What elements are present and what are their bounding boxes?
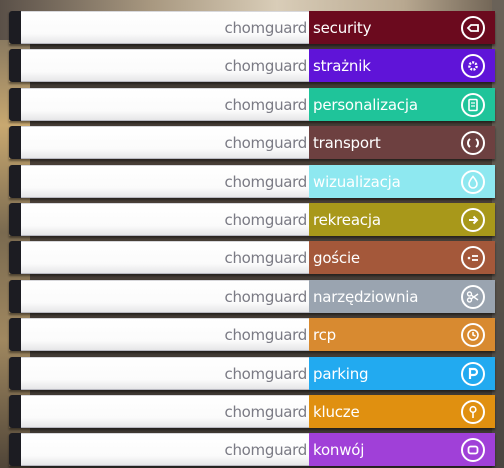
module-row-narzędziownia[interactable]: chomguard narzędziownia xyxy=(9,280,495,313)
module-row-security[interactable]: chomguard security xyxy=(9,11,495,44)
module-label: rcp xyxy=(313,325,337,344)
brand-label: chomguard xyxy=(224,133,308,152)
row-handle xyxy=(9,433,21,466)
row-handle xyxy=(9,11,21,44)
module-label: narzędziownia xyxy=(313,287,419,306)
brand-label: chomguard xyxy=(224,402,308,421)
module-label: goście xyxy=(313,248,360,267)
row-module-panel[interactable]: klucze xyxy=(309,395,495,428)
module-row-transport[interactable]: chomguard transport xyxy=(9,126,495,159)
module-label: transport xyxy=(313,133,381,152)
row-handle xyxy=(9,203,21,236)
row-module-panel[interactable]: rekreacja xyxy=(309,203,495,236)
row-brand-panel: chomguard xyxy=(21,357,309,390)
module-label: personalizacja xyxy=(313,95,418,114)
row-module-panel[interactable]: security xyxy=(309,11,495,44)
brand-label: chomguard xyxy=(224,95,308,114)
brand-label: chomguard xyxy=(224,210,308,229)
module-label: klucze xyxy=(313,402,360,421)
row-module-panel[interactable]: rcp xyxy=(309,318,495,351)
module-label: rekreacja xyxy=(313,210,381,229)
module-row-rcp[interactable]: chomguard rcp xyxy=(9,318,495,351)
brand-label: chomguard xyxy=(224,172,308,191)
clock-icon[interactable] xyxy=(461,322,485,347)
row-brand-panel: chomguard xyxy=(21,88,309,121)
key-icon[interactable] xyxy=(461,399,485,424)
arrow-right-icon[interactable] xyxy=(461,207,485,232)
security-icon[interactable] xyxy=(461,15,485,40)
brand-label: chomguard xyxy=(224,325,308,344)
row-handle xyxy=(9,49,21,82)
module-label: parking xyxy=(313,364,369,383)
row-module-panel[interactable]: narzędziownia xyxy=(309,280,495,313)
module-label: wizualizacja xyxy=(313,172,401,191)
brand-label: chomguard xyxy=(224,18,308,37)
module-row-konwój[interactable]: chomguard konwój xyxy=(9,433,495,466)
row-module-panel[interactable]: goście xyxy=(309,241,495,274)
module-label: strażnik xyxy=(313,56,371,75)
module-row-strażnik[interactable]: chomguard strażnik xyxy=(9,49,495,82)
brand-label: chomguard xyxy=(224,248,308,267)
drop-icon[interactable] xyxy=(461,169,485,194)
scissors-icon[interactable] xyxy=(461,284,485,309)
row-brand-panel: chomguard xyxy=(21,280,309,313)
brand-label: chomguard xyxy=(224,56,308,75)
row-brand-panel: chomguard xyxy=(21,11,309,44)
module-row-goście[interactable]: chomguard goście xyxy=(9,241,495,274)
row-brand-panel: chomguard xyxy=(21,126,309,159)
row-brand-panel: chomguard xyxy=(21,203,309,236)
row-brand-panel: chomguard xyxy=(21,433,309,466)
module-label: konwój xyxy=(313,440,365,459)
brand-label: chomguard xyxy=(224,364,308,383)
brand-label: chomguard xyxy=(224,440,308,459)
module-row-personalizacja[interactable]: chomguard personalizacja xyxy=(9,88,495,121)
row-brand-panel: chomguard xyxy=(21,49,309,82)
row-module-panel[interactable]: personalizacja xyxy=(309,88,495,121)
row-module-panel[interactable]: konwój xyxy=(309,433,495,466)
row-brand-panel: chomguard xyxy=(21,165,309,198)
row-module-panel[interactable]: parking xyxy=(309,357,495,390)
row-handle xyxy=(9,318,21,351)
row-handle xyxy=(9,280,21,313)
row-handle xyxy=(9,126,21,159)
module-row-wizualizacja[interactable]: chomguard wizualizacja xyxy=(9,165,495,198)
module-row-rekreacja[interactable]: chomguard rekreacja xyxy=(9,203,495,236)
module-row-parking[interactable]: chomguard parking xyxy=(9,357,495,390)
document-icon[interactable] xyxy=(461,92,485,117)
row-brand-panel: chomguard xyxy=(21,318,309,351)
row-module-panel[interactable]: wizualizacja xyxy=(309,165,495,198)
row-module-panel[interactable]: strażnik xyxy=(309,49,495,82)
row-handle xyxy=(9,88,21,121)
row-handle xyxy=(9,395,21,428)
module-label: security xyxy=(313,18,372,37)
row-brand-panel: chomguard xyxy=(21,241,309,274)
list-icon[interactable] xyxy=(461,245,485,270)
module-row-klucze[interactable]: chomguard klucze xyxy=(9,395,495,428)
parking-icon[interactable] xyxy=(461,361,485,386)
brand-label: chomguard xyxy=(224,287,308,306)
row-handle xyxy=(9,241,21,274)
row-module-panel[interactable]: transport xyxy=(309,126,495,159)
row-brand-panel: chomguard xyxy=(21,395,309,428)
refresh-icon[interactable] xyxy=(461,130,485,155)
row-handle xyxy=(9,165,21,198)
row-handle xyxy=(9,357,21,390)
convoy-icon[interactable] xyxy=(461,437,485,462)
gear-icon[interactable] xyxy=(461,53,485,78)
